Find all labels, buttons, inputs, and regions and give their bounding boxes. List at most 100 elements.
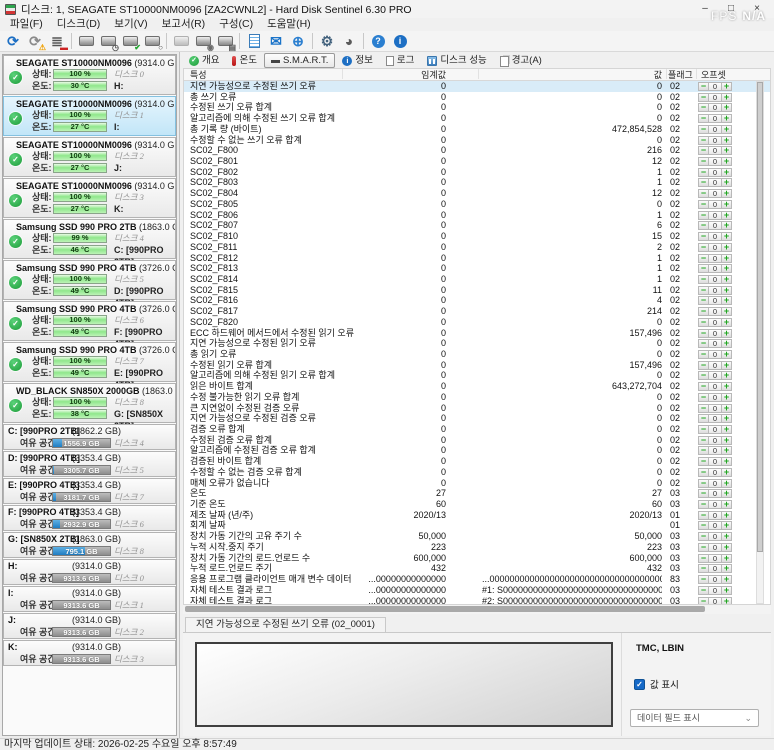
partition-list-item[interactable]: J:(9314.0 GB)여유 공간9313.6 GB디스크 2 [3,613,176,639]
table-row[interactable]: 누적 시작.중지 주기22322303−0+ [184,542,770,553]
disk-search-icon[interactable]: ○ [141,32,163,51]
offset-plus-button[interactable]: + [721,586,732,595]
partition-list-item[interactable]: G: [SN850X 2TB](1863.0 GB)여유 공간795.1 GB디… [3,532,176,558]
disk-icon[interactable] [75,32,97,51]
table-row[interactable]: 검증 오류 합계0002−0+ [184,424,770,435]
offset-minus-button[interactable]: − [698,468,709,477]
offset-plus-button[interactable]: + [721,511,732,520]
tab-smart[interactable]: S.M.A.R.T. [264,53,335,68]
offset-plus-button[interactable]: + [721,371,732,380]
offset-minus-button[interactable]: − [698,339,709,348]
table-row[interactable]: SC02_F80101202−0+ [184,156,770,167]
offset-plus-button[interactable]: + [721,286,732,295]
offset-minus-button[interactable]: − [698,296,709,305]
disk-list-item[interactable]: SEAGATE ST10000NM0096 (9314.0 GB)✓상태:100… [3,55,176,95]
offset-plus-button[interactable]: + [721,296,732,305]
offset-minus-button[interactable]: − [698,275,709,284]
table-row[interactable]: 지연 가능성으로 수정된 쓰기 오류0002−0+ [184,81,770,92]
offset-minus-button[interactable]: − [698,554,709,563]
offset-plus-button[interactable]: + [721,329,732,338]
table-row[interactable]: 회계 날짜01−0+ [184,520,770,531]
disk-list-item[interactable]: SEAGATE ST10000NM0096 (9314.0 GB)✓상태:100… [3,96,176,136]
offset-minus-button[interactable]: − [698,511,709,520]
table-row[interactable]: SC02_F8030102−0+ [184,177,770,188]
offset-plus-button[interactable]: + [721,564,732,573]
partition-list-item[interactable]: H:(9314.0 GB)여유 공간9313.6 GB디스크 0 [3,559,176,585]
offset-minus-button[interactable]: − [698,93,709,102]
data-field-dropdown[interactable]: 데이터 필드 표시 ⌄ [630,709,759,727]
offset-minus-button[interactable]: − [698,457,709,466]
offset-minus-button[interactable]: − [698,221,709,230]
table-row[interactable]: 자체 테스트 결과 로그...00000000000000#1: S000000… [184,585,770,596]
table-row[interactable]: 기준 온도606003−0+ [184,499,770,510]
offset-plus-button[interactable]: + [721,221,732,230]
tab-log[interactable]: 로그 [380,54,420,68]
offset-plus-button[interactable]: + [721,350,732,359]
offset-plus-button[interactable]: + [721,307,732,316]
offset-minus-button[interactable]: − [698,329,709,338]
report-document-icon[interactable] [243,32,265,51]
offset-plus-button[interactable]: + [721,339,732,348]
offset-plus-button[interactable]: + [721,200,732,209]
help-icon[interactable]: ? [367,32,389,51]
table-row[interactable]: 수정된 검증 오류 합계0002−0+ [184,435,770,446]
offset-plus-button[interactable]: + [721,82,732,91]
offset-plus-button[interactable]: + [721,382,732,391]
print-icon[interactable]: ▤ [214,32,236,51]
report-icon[interactable]: ≣▬ [46,32,68,51]
offset-plus-button[interactable]: + [721,414,732,423]
disk-list-item[interactable]: SEAGATE ST10000NM0096 (9314.0 GB)✓상태:100… [3,178,176,218]
offset-plus-button[interactable]: + [721,521,732,530]
table-row[interactable]: 총 읽기 오류0002−0+ [184,349,770,360]
offset-minus-button[interactable]: − [698,446,709,455]
offset-minus-button[interactable]: − [698,243,709,252]
menu-item[interactable]: 디스크(D) [50,18,108,31]
menu-item[interactable]: 보기(V) [107,18,154,31]
table-row[interactable]: 큰 지연없이 수정된 검증 오류0002−0+ [184,403,770,414]
disk-check-icon[interactable]: ✔ [119,32,141,51]
table-row[interactable]: 매체 오류가 없습니다0002−0+ [184,478,770,489]
sound-icon[interactable]: ◕ [338,32,360,51]
partition-list-item[interactable]: D: [990PRO 4TB](3353.4 GB)여유 공간3305.7 GB… [3,451,176,477]
offset-minus-button[interactable]: − [698,489,709,498]
offset-plus-button[interactable]: + [721,189,732,198]
offset-plus-button[interactable]: + [721,114,732,123]
offset-plus-button[interactable]: + [721,146,732,155]
table-row[interactable]: 누적 로드.언로드 주기43243203−0+ [184,563,770,574]
settings-gear-icon[interactable]: ⚙ [316,32,338,51]
disk-list-item[interactable]: SEAGATE ST10000NM0096 (9314.0 GB)✓상태:100… [3,137,176,177]
offset-plus-button[interactable]: + [721,168,732,177]
tab-alerts[interactable]: 경고(A) [494,54,548,68]
table-row[interactable]: 자체 테스트 결과 로그...00000000000000#2: S000000… [184,596,770,605]
offset-plus-button[interactable]: + [721,404,732,413]
email-icon[interactable]: ✉ [265,32,287,51]
offset-plus-button[interactable]: + [721,264,732,273]
tab-overview[interactable]: 개요 [183,54,225,68]
table-row[interactable]: 지연 가능성으로 수정된 읽기 오류0002−0+ [184,338,770,349]
partition-list-item[interactable]: I:(9314.0 GB)여유 공간9313.6 GB디스크 1 [3,586,176,612]
offset-minus-button[interactable]: − [698,597,709,605]
offset-plus-button[interactable]: + [721,489,732,498]
offset-plus-button[interactable]: + [721,243,732,252]
table-row[interactable]: SC02_F8020102−0+ [184,167,770,178]
offset-minus-button[interactable]: − [698,178,709,187]
offset-plus-button[interactable]: + [721,425,732,434]
network-icon[interactable]: ⊕ [287,32,309,51]
tab-performance[interactable]: 디스크 성능 [421,54,492,68]
offset-minus-button[interactable]: − [698,200,709,209]
partition-list-item[interactable]: F: [990PRO 4TB](3353.4 GB)여유 공간2932.9 GB… [3,505,176,531]
tab-information[interactable]: 정보 [336,54,378,68]
partition-list-item[interactable]: E: [990PRO 4TB](3353.4 GB)여유 공간3181.7 GB… [3,478,176,504]
offset-minus-button[interactable]: − [698,350,709,359]
offset-minus-button[interactable]: − [698,103,709,112]
table-row[interactable]: 읽은 바이트 합계0643,272,70402−0+ [184,381,770,392]
table-row[interactable]: 수정된 쓰기 오류 합계0002−0+ [184,102,770,113]
disk-list-item[interactable]: Samsung SSD 990 PRO 4TB (3726.0 GB)✓상태:1… [3,260,176,300]
table-row[interactable]: SC02_F8130102−0+ [184,263,770,274]
partition-list-item[interactable]: C: [990PRO 2TB](1862.2 GB)여유 공간1556.9 GB… [3,424,176,450]
disk-list-item[interactable]: Samsung SSD 990 PRO 4TB (3726.0 GB)✓상태:1… [3,301,176,341]
offset-minus-button[interactable]: − [698,211,709,220]
offset-minus-button[interactable]: − [698,436,709,445]
offset-minus-button[interactable]: − [698,393,709,402]
table-row[interactable]: 제조 날짜 (년/주)2020/132020/1301−0+ [184,510,770,521]
